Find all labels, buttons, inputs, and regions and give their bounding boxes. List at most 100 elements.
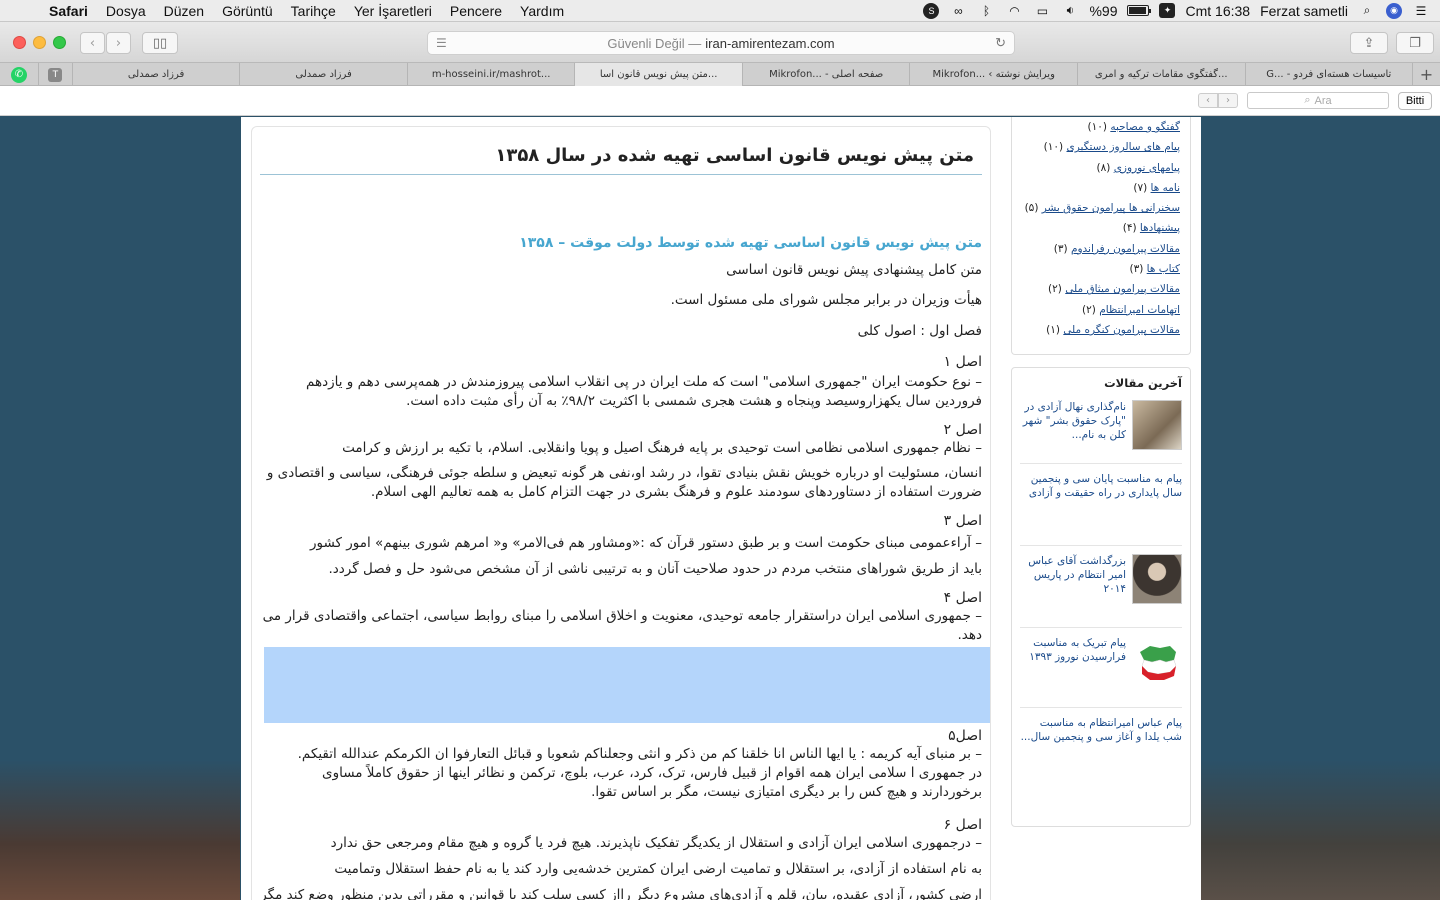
pinned-tab-whatsapp[interactable]: ✆ [0, 63, 38, 86]
siri-icon[interactable]: ◉ [1386, 2, 1402, 19]
category-item[interactable]: گفتگو و مصاحبه (۱۰) [1022, 117, 1180, 137]
category-link[interactable]: مقالات پیرامون کنگره ملی [1063, 324, 1180, 336]
clock[interactable]: Cmt 16:38 [1185, 3, 1250, 19]
category-link[interactable]: پیشنهادها [1140, 222, 1180, 234]
asl-6-text-1: – درجمهوری اسلامی ایران آزادی و استقلال … [330, 835, 982, 851]
post-title[interactable]: بزرگداشت آقای عباس امیر انتظام در پاریس … [1020, 554, 1126, 619]
chevron-right-icon: › [115, 35, 122, 51]
volume-icon[interactable]: 🔉︎ [1061, 3, 1079, 19]
category-link[interactable]: سخنرانی ها پیرامون حقوق بشر [1042, 202, 1180, 214]
category-link[interactable]: گفتگو و مصاحبه [1110, 121, 1180, 133]
whatsapp-icon: ✆ [10, 66, 27, 83]
tab-1[interactable]: فرزاد صمدلی [239, 63, 407, 86]
category-link[interactable]: پیامهای نوروزی [1114, 162, 1180, 174]
menu-app-safari[interactable]: Safari [40, 3, 97, 19]
reload-icon[interactable]: ↻ [995, 35, 1006, 51]
category-item[interactable]: پیام های سالروز دستگیری (۱۰) [1022, 137, 1180, 157]
post-title[interactable]: پیام تبریک به مناسبت فرارسیدن نوروز ۱۳۹۳ [1020, 636, 1126, 699]
find-previous-button[interactable]: ‹ [1198, 93, 1218, 108]
creative-cloud-icon[interactable]: ∞ [949, 3, 967, 19]
tab-7[interactable]: G... - تاسیسات هسته‌ای فردو [1244, 63, 1413, 86]
menu-pencere[interactable]: Pencere [441, 3, 511, 19]
latest-articles-box: آخرین مقالات نام‌گذاری نهال آزادی در "پا… [1011, 367, 1191, 827]
category-item[interactable]: اتهامات امیرانتظام (۲) [1022, 300, 1180, 320]
safari-toolbar: ‹ › ▯▯ ☰ Güvenli Değil — iran-amirenteza… [0, 22, 1440, 62]
tab-5[interactable]: Mikrofon... ‹ ویرایش نوشته [909, 63, 1077, 86]
spotlight-search-icon[interactable]: ⌕ [1358, 3, 1376, 19]
pinned-site-icon: T [48, 67, 63, 82]
post-title[interactable]: نام‌گذاری نهال آزادی در "پارک حقوق بشر" … [1020, 400, 1126, 455]
tab-2[interactable]: m-hosseini.ir/mashrot... [406, 63, 575, 86]
latest-post[interactable]: پیام تبریک به مناسبت فرارسیدن نوروز ۱۳۹۳ [1020, 636, 1182, 708]
battery-icon[interactable] [1127, 5, 1152, 16]
app-indicator-icon[interactable]: ✦ [1159, 3, 1176, 18]
category-item[interactable]: کتاب ها (۳) [1022, 259, 1180, 279]
latest-post[interactable]: پیام عباس امیرانتظام به مناسبت شب یلدا و… [1020, 716, 1182, 766]
find-next-button[interactable]: › [1218, 93, 1238, 108]
new-tab-button[interactable]: + [1412, 63, 1440, 85]
category-link[interactable]: پیام های سالروز دستگیری [1066, 141, 1180, 153]
asl-5-text-1: – بر منبای آیه کریمه : یا ایها الناس انا… [297, 746, 982, 762]
category-link[interactable]: مقالات پیرامون میثاق ملی [1065, 283, 1180, 295]
tab-3-active[interactable]: متن پیش نویس قانون اسا... [574, 63, 742, 86]
post-title[interactable]: پیام عباس امیرانتظام به مناسبت شب یلدا و… [1020, 716, 1182, 758]
category-link[interactable]: اتهامات امیرانتظام [1099, 304, 1180, 316]
category-count: (۳) [1053, 242, 1068, 255]
menu-goruntu[interactable]: Görüntü [213, 3, 282, 19]
find-done-button[interactable]: Bitti [1398, 92, 1432, 110]
selection-highlight [264, 647, 990, 723]
menu-yardim[interactable]: Yardım [511, 3, 573, 19]
reader-view-icon[interactable]: ☰ [436, 36, 447, 50]
close-window-button[interactable] [13, 36, 26, 49]
find-input[interactable]: ⌕ Ara [1247, 92, 1389, 109]
menu-dosya[interactable]: Dosya [97, 3, 155, 19]
back-button[interactable]: ‹ [80, 32, 105, 54]
airplay-icon[interactable]: ▭ [1033, 3, 1051, 19]
sidebar-toggle-button[interactable]: ▯▯ [142, 32, 178, 54]
category-item[interactable]: پیامهای نوروزی (۸) [1022, 158, 1181, 178]
latest-post[interactable]: پیام به مناسبت پایان سی و پنجمین سال پای… [1020, 472, 1182, 546]
post-thumbnail[interactable] [1132, 636, 1182, 686]
security-label: Güvenli Değil — [607, 35, 702, 51]
menu-tarihce[interactable]: Tarihçe [282, 3, 345, 19]
latest-post[interactable]: نام‌گذاری نهال آزادی در "پارک حقوق بشر" … [1020, 400, 1182, 464]
article: متن پیش نویس قانون اساسی تهیه شده در سال… [251, 126, 991, 900]
menu-yer-isaretleri[interactable]: Yer İşaretleri [345, 3, 441, 19]
bluetooth-icon[interactable]: ᛒ [977, 3, 995, 19]
category-item[interactable]: مقالات پیرامون رفراندوم (۳) [1022, 239, 1180, 259]
asl-3-text-1: – آراءعمومی مبنای حکومت است و بر طبق دست… [310, 535, 982, 551]
user-name[interactable]: Ferzat sametli [1260, 3, 1348, 19]
pinned-tab-t[interactable]: T [37, 63, 72, 86]
category-item[interactable]: مقالات پیرامون کنگره ملی (۱) [1022, 320, 1180, 340]
skype-icon[interactable]: S [923, 2, 940, 19]
article-title[interactable]: متن پیش نویس قانون اساسی تهیه شده در سال… [260, 127, 982, 175]
category-item[interactable]: نامه ها (۷) [1022, 178, 1180, 198]
tab-6[interactable]: گفتگوی مقامات ترکیه و امری... [1076, 63, 1245, 86]
post-thumbnail[interactable] [1132, 554, 1182, 604]
asl-2-text-2: انسان، مسئولیت او درباره خویش نقش بنیادی… [266, 465, 982, 500]
category-item[interactable]: پیشنهادها (۴) [1022, 218, 1180, 238]
category-item[interactable]: مقالات پیرامون میثاق ملی (۲) [1022, 279, 1180, 299]
address-bar[interactable]: ☰ Güvenli Değil — iran-amirentezam.com ↻ [427, 31, 1015, 55]
category-link[interactable]: کتاب ها [1147, 263, 1180, 275]
minimize-window-button[interactable] [33, 36, 46, 49]
zoom-window-button[interactable] [53, 36, 66, 49]
post-thumbnail[interactable] [1132, 400, 1182, 450]
selected-text-block[interactable]: اصل۵ – بر منبای آیه کریمه : یا ایها النا… [252, 647, 990, 802]
notification-center-icon[interactable]: ☰ [1412, 3, 1430, 19]
share-button[interactable]: ⇪ [1350, 32, 1388, 54]
category-link[interactable]: نامه ها [1151, 182, 1180, 194]
wifi-icon[interactable]: ◠ [1005, 3, 1023, 19]
asl-6-text-3: ارضی کشور، آزادی عقیده، بیان، قلم و آزاد… [260, 887, 982, 900]
tab-4[interactable]: Mikrofon... - صفحه اصلی [741, 63, 910, 86]
post-title[interactable]: پیام به مناسبت پایان سی و پنجمین سال پای… [1020, 472, 1182, 537]
battery-percent[interactable]: %99 [1089, 3, 1117, 19]
show-all-tabs-button[interactable]: ❐ [1396, 32, 1434, 54]
category-link[interactable]: مقالات پیرامون رفراندوم [1071, 243, 1180, 255]
page-sheet: متن پیش نویس قانون اساسی تهیه شده در سال… [241, 117, 1201, 900]
tab-0[interactable]: فرزاد صمدلی [71, 63, 240, 86]
category-item[interactable]: سخنرانی ها پیرامون حقوق بشر (۵) [1022, 198, 1180, 218]
latest-post[interactable]: بزرگداشت آقای عباس امیر انتظام در پاریس … [1020, 554, 1182, 628]
forward-button[interactable]: › [106, 32, 131, 54]
menu-duzen[interactable]: Düzen [155, 3, 213, 19]
